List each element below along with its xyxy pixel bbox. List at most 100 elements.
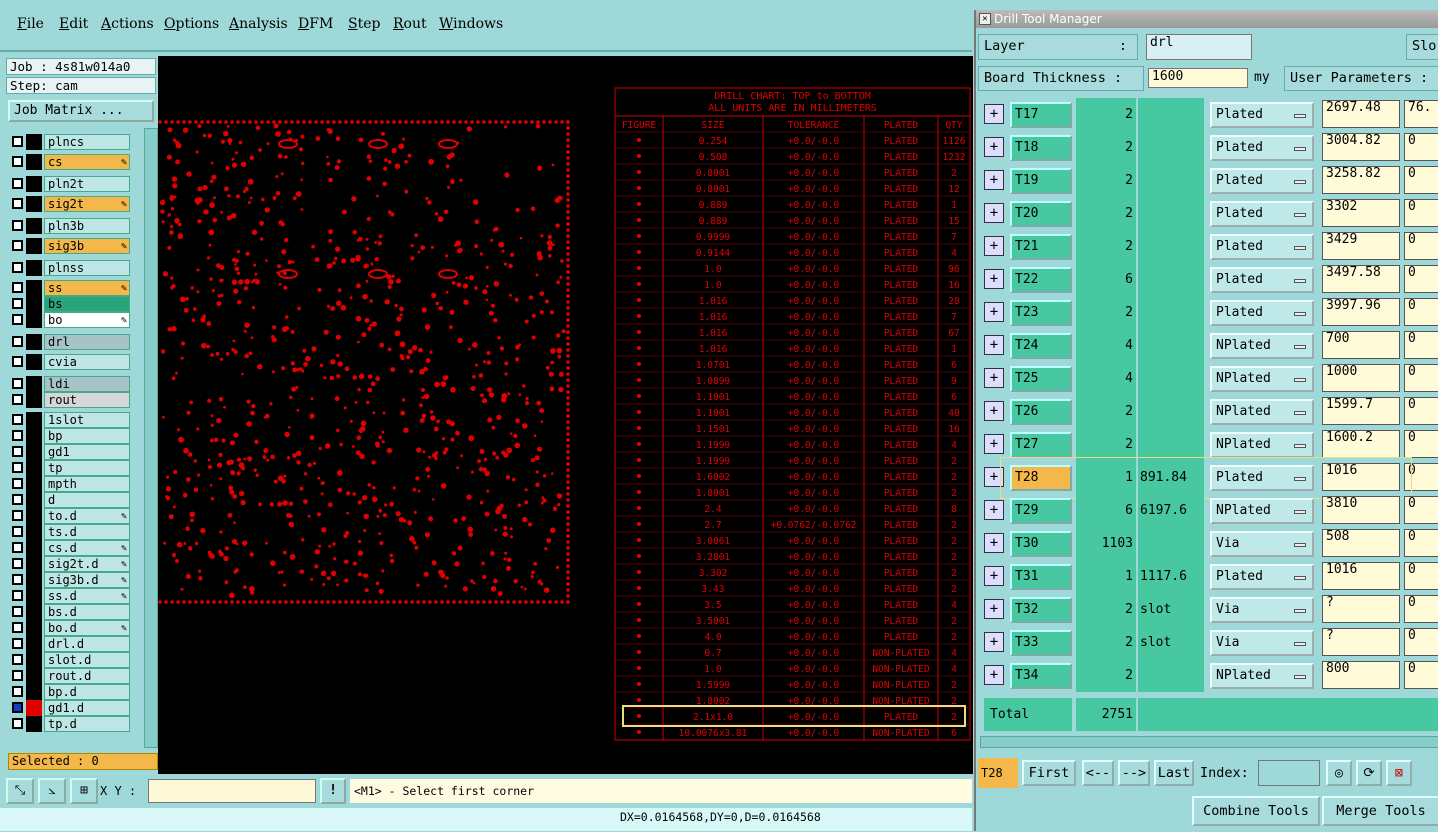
finish-size-input[interactable]: 2697.48 <box>1322 100 1400 128</box>
layer-color-swatch[interactable] <box>26 540 42 556</box>
tolerance-input[interactable]: 0 <box>1404 166 1438 194</box>
last-button[interactable]: Last <box>1154 760 1194 786</box>
expand-tool-icon[interactable]: + <box>984 104 1004 124</box>
layer-name[interactable]: cs.d ✎ <box>44 540 130 556</box>
tool-row[interactable]: + T23 2 Plated 3997.96 0 <box>980 296 1438 329</box>
tool-name[interactable]: T22 <box>1010 267 1072 293</box>
layer-checkbox[interactable] <box>12 356 23 367</box>
layer-color-swatch[interactable] <box>26 428 42 444</box>
layer-color-swatch[interactable] <box>26 312 42 328</box>
tool-row[interactable]: + T29 6 6197.6 NPlated 3810 0 <box>980 494 1438 527</box>
layer-name[interactable]: gd1 <box>44 444 130 460</box>
layer-color-swatch[interactable] <box>26 154 42 170</box>
layer-color-swatch[interactable] <box>26 354 42 370</box>
tool-row[interactable]: + T30 1103 Via 508 0 <box>980 527 1438 560</box>
layer-name[interactable]: drl.d <box>44 636 130 652</box>
layer-checkbox[interactable] <box>12 430 23 441</box>
tool-row[interactable]: + T33 2 slot Via? 0 <box>980 626 1438 659</box>
expand-tool-icon[interactable]: + <box>984 203 1004 223</box>
finish-size-input[interactable]: 700 <box>1322 331 1400 359</box>
layer-checkbox[interactable] <box>12 526 23 537</box>
layer-name[interactable]: sig2t ✎ <box>44 196 130 212</box>
layer-color-swatch[interactable] <box>26 260 42 276</box>
index-input[interactable] <box>1258 760 1320 786</box>
tolerance-input[interactable]: 0 <box>1404 496 1438 524</box>
layer-checkbox[interactable] <box>12 510 23 521</box>
layer-color-swatch[interactable] <box>26 280 42 296</box>
tool-name[interactable]: T17 <box>1010 102 1072 128</box>
tool-name[interactable]: T26 <box>1010 399 1072 425</box>
layer-color-swatch[interactable] <box>26 238 42 254</box>
layer-name[interactable]: pln2t <box>44 176 130 192</box>
measure-icon[interactable]: ⦣ <box>38 778 66 804</box>
layer-name[interactable]: cvia <box>44 354 130 370</box>
tool-name[interactable]: T31 <box>1010 564 1072 590</box>
layer-name[interactable]: to.d ✎ <box>44 508 130 524</box>
tool-type-select[interactable]: NPlated <box>1210 432 1314 458</box>
tool-type-select[interactable]: NPlated <box>1210 399 1314 425</box>
menu-edit[interactable]: Edit <box>59 16 88 32</box>
tool-row[interactable]: + T21 2 Plated 3429 0 <box>980 230 1438 263</box>
layer-row-sig2t.d[interactable]: sig2t.d ✎ <box>8 556 130 572</box>
tool-type-select[interactable]: Plated <box>1210 135 1314 161</box>
delete-icon[interactable]: ⊠ <box>1386 760 1412 786</box>
tool-type-select[interactable]: Plated <box>1210 234 1314 260</box>
layer-checkbox[interactable] <box>12 262 23 273</box>
layer-row-pln3b[interactable]: pln3b <box>8 218 130 234</box>
layer-row-bp[interactable]: bp <box>8 428 130 444</box>
layer-name[interactable]: bp.d <box>44 684 130 700</box>
layer-row-to.d[interactable]: to.d ✎ <box>8 508 130 524</box>
expand-tool-icon[interactable]: + <box>984 368 1004 388</box>
layer-row-d[interactable]: d <box>8 492 130 508</box>
tool-row[interactable]: + T18 2 Plated 3004.82 0 <box>980 131 1438 164</box>
layer-row-ts.d[interactable]: ts.d <box>8 524 130 540</box>
grid-icon[interactable]: ⊞ <box>70 778 98 804</box>
layer-color-swatch[interactable] <box>26 700 42 716</box>
layer-color-swatch[interactable] <box>26 668 42 684</box>
tool-type-select[interactable]: NPlated <box>1210 498 1314 524</box>
menu-file[interactable]: File <box>17 16 44 32</box>
tool-name[interactable]: T27 <box>1010 432 1072 458</box>
menu-dfm[interactable]: DFM <box>298 16 333 32</box>
layer-checkbox[interactable] <box>12 446 23 457</box>
layer-checkbox[interactable] <box>12 378 23 389</box>
layer-name[interactable]: bs.d <box>44 604 130 620</box>
finish-size-input[interactable]: 800 <box>1322 661 1400 689</box>
layer-row-ldi[interactable]: ldi <box>8 376 130 392</box>
tolerance-input[interactable]: 0 <box>1404 562 1438 590</box>
tool-row[interactable]: + T20 2 Plated 3302 0 <box>980 197 1438 230</box>
layer-checkbox[interactable] <box>12 622 23 633</box>
layer-row-tp[interactable]: tp <box>8 460 130 476</box>
tolerance-input[interactable]: 0 <box>1404 529 1438 557</box>
layer-row-rout[interactable]: rout <box>8 392 130 408</box>
layer-row-plnss[interactable]: plnss <box>8 260 130 276</box>
layer-checkbox[interactable] <box>12 494 23 505</box>
layer-checkbox[interactable] <box>12 670 23 681</box>
tolerance-input[interactable]: 0 <box>1404 430 1438 458</box>
tool-type-select[interactable]: Via <box>1210 531 1314 557</box>
tolerance-input[interactable]: 0 <box>1404 133 1438 161</box>
finish-size-input[interactable]: 1600.2 <box>1322 430 1400 458</box>
layer-row-gd1.d[interactable]: gd1.d <box>8 700 130 716</box>
expand-tool-icon[interactable]: + <box>984 137 1004 157</box>
finish-size-input[interactable]: 3429 <box>1322 232 1400 260</box>
layer-checkbox[interactable] <box>12 220 23 231</box>
layer-name[interactable]: sig3b ✎ <box>44 238 130 254</box>
layer-color-swatch[interactable] <box>26 376 42 392</box>
tool-row[interactable]: + T34 2 NPlated 800 0 <box>980 659 1438 692</box>
expand-tool-icon[interactable]: + <box>984 665 1004 685</box>
finish-size-input[interactable]: ? <box>1322 595 1400 623</box>
layer-name[interactable]: sig3b.d ✎ <box>44 572 130 588</box>
layer-name[interactable]: ts.d <box>44 524 130 540</box>
expand-tool-icon[interactable]: + <box>984 599 1004 619</box>
tool-name[interactable]: T34 <box>1010 663 1072 689</box>
layer-name[interactable]: d <box>44 492 130 508</box>
layer-name[interactable]: ldi <box>44 376 130 392</box>
layer-field[interactable]: drl <box>1146 34 1252 60</box>
finish-size-input[interactable]: ? <box>1322 628 1400 656</box>
tool-name[interactable]: T32 <box>1010 597 1072 623</box>
layer-row-bs.d[interactable]: bs.d <box>8 604 130 620</box>
layer-row-bs[interactable]: bs <box>8 296 130 312</box>
tool-row[interactable]: + T27 2 NPlated 1600.2 0 <box>980 428 1438 461</box>
layer-name[interactable]: rout <box>44 392 130 408</box>
